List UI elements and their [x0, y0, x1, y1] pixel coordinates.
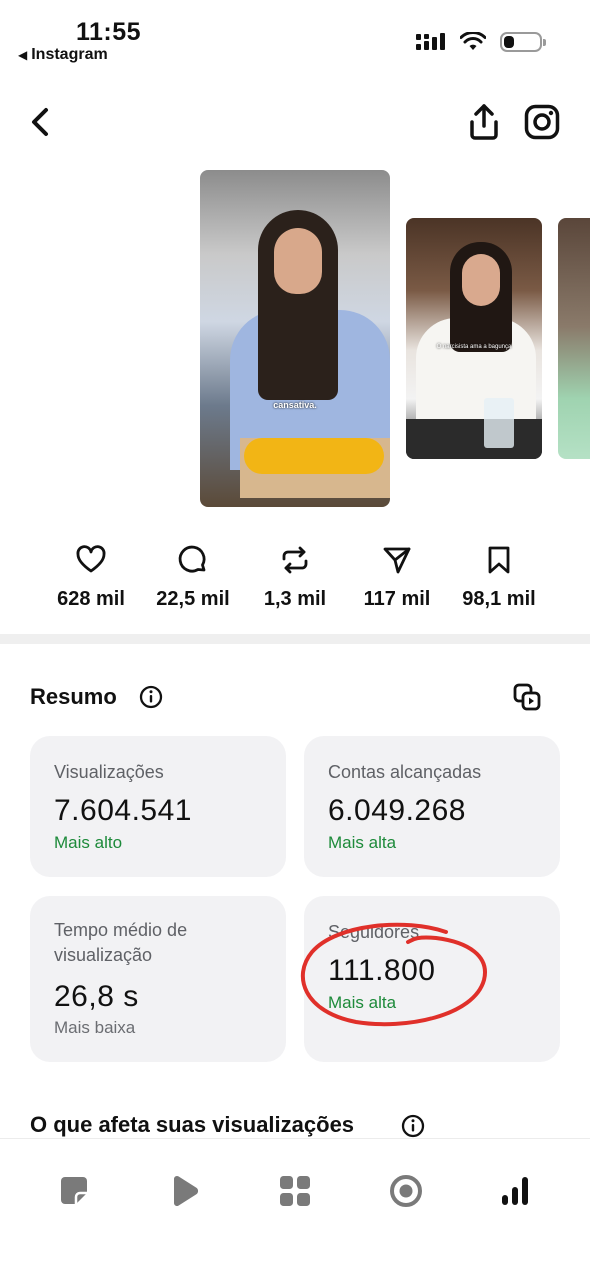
card-followers[interactable]: Seguidores 111.800 Mais alta — [304, 896, 560, 1062]
info-icon[interactable] — [139, 685, 163, 709]
card-views[interactable]: Visualizações 7.604.541 Mais alto — [30, 736, 286, 877]
reel-thumbnail-3[interactable] — [558, 218, 590, 459]
section-title-affects-views: O que afeta suas visualizações — [30, 1112, 355, 1137]
card-label: Visualizações — [54, 762, 164, 782]
target-icon[interactable] — [388, 1173, 424, 1209]
grid-icon[interactable] — [277, 1173, 313, 1209]
card-trend: Mais alta — [328, 993, 397, 1012]
back-app-label: Instagram — [31, 46, 108, 63]
section-divider — [0, 634, 590, 644]
card-trend: Mais baixa — [54, 1018, 136, 1037]
card-trend: Mais alto — [54, 833, 123, 852]
bottom-tab-bar — [0, 1138, 590, 1280]
instagram-icon[interactable] — [524, 104, 560, 140]
wifi-icon — [460, 32, 486, 50]
stat-comments: 22,5 mil — [138, 544, 248, 611]
stat-shares: 117 mil — [342, 544, 452, 611]
reel-thumbnail-main[interactable]: cansativa. — [200, 170, 390, 507]
back-chevron-icon[interactable] — [22, 104, 58, 140]
reel-thumbnail-2[interactable]: O narcisista ama a bagunça — [406, 218, 542, 459]
summary-title: Resumo — [30, 684, 117, 709]
card-avg-watch-time[interactable]: Tempo médio de visualização 26,8 s Mais … — [30, 896, 286, 1062]
bookmark-icon — [488, 546, 510, 574]
info-icon[interactable] — [401, 1114, 425, 1138]
card-label: Contas alcançadas — [328, 762, 482, 782]
clock: 11:55 — [76, 18, 142, 46]
insights-icon[interactable] — [498, 1173, 534, 1209]
card-label: Seguidores — [328, 922, 420, 942]
card-value: 6.049.268 — [328, 794, 466, 827]
battery-icon — [500, 32, 546, 52]
reels-compare-icon[interactable] — [512, 682, 542, 712]
reel-caption: cansativa. — [273, 400, 317, 410]
card-value: 26,8 s — [54, 980, 139, 1013]
reel-caption-2: O narcisista ama a bagunça — [436, 344, 512, 350]
reposts-count: 1,3 mil — [263, 588, 327, 610]
card-trend: Mais alta — [328, 833, 397, 852]
stat-likes: 628 mil — [36, 544, 146, 611]
comment-icon — [178, 545, 206, 573]
stat-saves: 98,1 mil — [444, 544, 554, 611]
heart-icon — [76, 545, 106, 573]
post-icon[interactable] — [56, 1173, 92, 1209]
share-icon[interactable] — [466, 102, 502, 142]
back-to-app-link[interactable]: ◀ Instagram — [18, 46, 108, 64]
shares-count: 117 mil — [363, 588, 431, 610]
card-value: 111.800 — [328, 954, 436, 987]
reels-icon[interactable] — [166, 1173, 202, 1209]
status-bar: 11:55 ◀ Instagram — [0, 0, 590, 80]
saves-count: 98,1 mil — [462, 588, 536, 610]
card-value: 7.604.541 — [54, 794, 192, 827]
send-icon — [383, 547, 411, 574]
comments-count: 22,5 mil — [156, 588, 230, 610]
card-label-line1: Tempo médio de — [54, 920, 188, 940]
stat-reposts: 1,3 mil — [240, 544, 350, 611]
repost-icon — [282, 546, 308, 574]
card-label-line2: visualização — [54, 945, 153, 965]
back-arrow-icon: ◀ — [18, 48, 28, 62]
likes-count: 628 mil — [57, 588, 125, 610]
signal-icon — [416, 33, 445, 50]
card-accounts-reached[interactable]: Contas alcançadas 6.049.268 Mais alta — [304, 736, 560, 877]
